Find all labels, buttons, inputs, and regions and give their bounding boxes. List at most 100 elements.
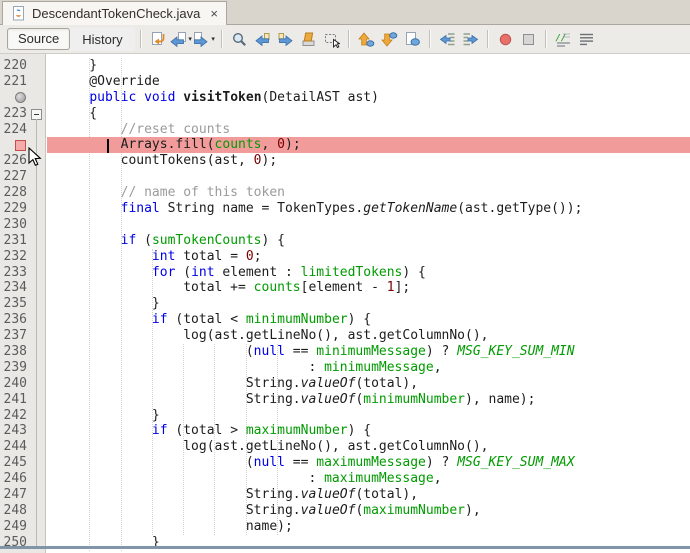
stop-macro-recording-button[interactable] <box>518 29 539 50</box>
tab-close-icon[interactable]: × <box>210 7 218 20</box>
gutter-line-241[interactable]: 241 <box>0 392 45 408</box>
gutter-line-221[interactable]: 221 <box>0 74 45 90</box>
code-token: counts <box>215 137 262 152</box>
code-token: ) { <box>348 312 371 327</box>
gutter-line-224[interactable]: 224 <box>0 122 45 138</box>
code-token: ) { <box>348 423 371 438</box>
code-token <box>58 233 121 248</box>
code-line-220: } <box>47 58 690 74</box>
toolbar-group <box>494 29 540 50</box>
code-token: Arrays.fill( <box>58 137 215 152</box>
gutter-line-220[interactable]: 220 <box>0 58 45 74</box>
code-line-248: String.valueOf(maximumNumber), <box>47 503 690 519</box>
code-line-228: // name of this token <box>47 185 690 201</box>
breakpoint-icon[interactable] <box>15 140 26 151</box>
code-token: , <box>262 137 278 152</box>
gutter-line-228[interactable]: 228 <box>0 185 45 201</box>
code-token: == <box>285 344 316 359</box>
gutter-line-229[interactable]: 229 <box>0 201 45 217</box>
gutter-line-232[interactable]: 232 <box>0 249 45 265</box>
history-view-button[interactable]: History <box>70 28 134 51</box>
code-token: ), name); <box>465 392 535 407</box>
gutter-line-249[interactable]: 249 <box>0 519 45 535</box>
gutter-line-246[interactable]: 246 <box>0 471 45 487</box>
shift-line-left-button[interactable] <box>437 29 458 50</box>
toolbar-separator <box>429 30 431 48</box>
gutter-line-240[interactable]: 240 <box>0 376 45 392</box>
code-editor: 2202212232242262272282292302312322332342… <box>0 54 690 549</box>
start-macro-recording-button[interactable] <box>495 29 516 50</box>
code-token: : <box>58 360 324 375</box>
toggle-bookmark-button[interactable] <box>402 29 423 50</box>
glyph-gutter[interactable]: 2202212232242262272282292302312322332342… <box>0 54 46 553</box>
toolbar-separator <box>140 30 142 48</box>
code-token: valueOf <box>301 487 356 502</box>
find-previous-button[interactable] <box>252 29 273 50</box>
code-token: valueOf <box>301 376 356 391</box>
source-view-button[interactable]: Source <box>7 28 70 50</box>
code-line-224: //reset counts <box>47 122 690 138</box>
toolbar-group: // <box>552 29 598 50</box>
gutter-line-236[interactable]: 236 <box>0 312 45 328</box>
gutter-line-247[interactable]: 247 <box>0 487 45 503</box>
previous-bookmark-button[interactable] <box>356 29 377 50</box>
code-token: //reset counts <box>58 122 230 137</box>
gutter-line-233[interactable]: 233 <box>0 265 45 281</box>
find-next-button[interactable] <box>275 29 296 50</box>
gutter-line-237[interactable]: 237 <box>0 328 45 344</box>
gutter-line-230[interactable]: 230 <box>0 217 45 233</box>
shift-line-right-button[interactable] <box>460 29 481 50</box>
code-token: maximumNumber <box>363 503 465 518</box>
start-macro-recording-icon <box>497 31 514 48</box>
gutter-line-244[interactable]: 244 <box>0 439 45 455</box>
find-selection-button[interactable] <box>229 29 250 50</box>
code-token: (total < <box>168 312 246 327</box>
code-line-230 <box>47 217 690 233</box>
back-dropdown-icon[interactable]: ▾ <box>188 35 192 43</box>
code-token: name); <box>58 519 293 534</box>
gutter-line-238[interactable]: 238 <box>0 344 45 360</box>
code-token <box>58 90 89 105</box>
find-selection-icon <box>231 31 248 48</box>
last-edit-location-button[interactable] <box>148 29 169 50</box>
gutter-line-231[interactable]: 231 <box>0 233 45 249</box>
code-line-221: @Override <box>47 74 690 90</box>
gutter-line-242[interactable]: 242 <box>0 408 45 424</box>
gutter-line-234[interactable]: 234 <box>0 280 45 296</box>
code-token: ; <box>254 249 262 264</box>
forward-button[interactable]: ▾ <box>194 29 215 50</box>
code-token: ) ? <box>426 455 457 470</box>
back-button[interactable]: ▾ <box>171 29 192 50</box>
rectangular-selection-button[interactable] <box>321 29 342 50</box>
code-pane[interactable]: } @Override public void visitToken(Detai… <box>47 54 690 549</box>
code-token: == <box>285 455 316 470</box>
code-token: if <box>121 233 137 248</box>
toggle-highlight-button[interactable] <box>298 29 319 50</box>
code-token: , <box>434 360 442 375</box>
gutter-line-243[interactable]: 243 <box>0 423 45 439</box>
gutter-line-248[interactable]: 248 <box>0 503 45 519</box>
next-bookmark-button[interactable] <box>379 29 400 50</box>
find-next-icon <box>277 31 294 48</box>
gutter-line-222[interactable] <box>0 90 45 106</box>
rectangular-selection-icon <box>323 31 340 48</box>
tab-descendanttokencheck-java[interactable]: DescendantTokenCheck.java × <box>2 1 227 25</box>
code-token: (total > <box>168 423 246 438</box>
code-token: String. <box>58 376 301 391</box>
gutter-line-245[interactable]: 245 <box>0 455 45 471</box>
override-annotation-icon[interactable] <box>15 92 26 103</box>
gutter-line-235[interactable]: 235 <box>0 296 45 312</box>
code-token: null <box>254 344 285 359</box>
gutter-line-239[interactable]: 239 <box>0 360 45 376</box>
code-line-236: if (total < minimumNumber) { <box>47 312 690 328</box>
code-token: void <box>144 90 175 105</box>
toolbar-icon-groups: ▾ ▾ // <box>135 29 598 50</box>
code-token: 0 <box>246 249 254 264</box>
code-token: null <box>254 455 285 470</box>
uncomment-button[interactable] <box>576 29 597 50</box>
code-token: if <box>152 312 168 327</box>
back-icon <box>170 31 187 48</box>
code-token: total += <box>58 280 254 295</box>
forward-dropdown-icon[interactable]: ▾ <box>211 35 215 43</box>
comment-button[interactable]: // <box>553 29 574 50</box>
